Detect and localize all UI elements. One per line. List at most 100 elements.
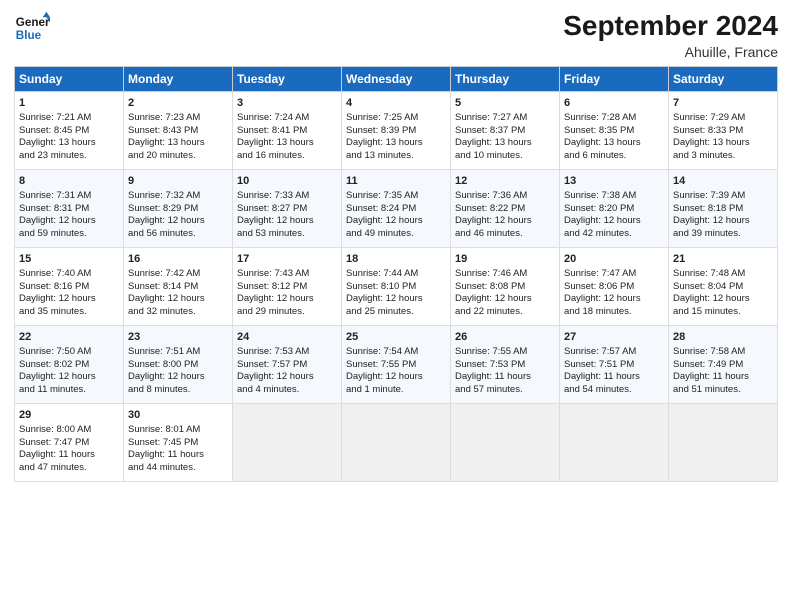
header: General Blue September 2024 Ahuille, Fra…: [14, 10, 778, 60]
calendar-cell: 12Sunrise: 7:36 AMSunset: 8:22 PMDayligh…: [451, 170, 560, 248]
calendar-cell: 4Sunrise: 7:25 AMSunset: 8:39 PMDaylight…: [342, 92, 451, 170]
day-number: 1: [19, 96, 119, 111]
day-info-line: and 42 minutes.: [564, 228, 664, 241]
day-info-line: Daylight: 12 hours: [346, 215, 446, 228]
day-info-line: Sunrise: 7:55 AM: [455, 346, 555, 359]
day-info-line: Daylight: 12 hours: [346, 293, 446, 306]
day-number: 27: [564, 330, 664, 345]
day-info-line: and 11 minutes.: [19, 384, 119, 397]
day-info-line: Sunrise: 7:29 AM: [673, 112, 773, 125]
day-info-line: and 3 minutes.: [673, 150, 773, 163]
day-info-line: Daylight: 12 hours: [455, 215, 555, 228]
day-info-line: and 51 minutes.: [673, 384, 773, 397]
calendar-cell: 3Sunrise: 7:24 AMSunset: 8:41 PMDaylight…: [233, 92, 342, 170]
weekday-header: Sunday: [15, 67, 124, 92]
day-info-line: and 59 minutes.: [19, 228, 119, 241]
day-info-line: Sunset: 8:12 PM: [237, 281, 337, 294]
day-info-line: Daylight: 12 hours: [564, 215, 664, 228]
day-number: 6: [564, 96, 664, 111]
calendar-cell: [560, 404, 669, 482]
day-info-line: Sunrise: 7:54 AM: [346, 346, 446, 359]
day-number: 13: [564, 174, 664, 189]
day-info-line: Daylight: 13 hours: [128, 137, 228, 150]
day-info-line: Daylight: 12 hours: [455, 293, 555, 306]
day-number: 16: [128, 252, 228, 267]
weekday-header: Wednesday: [342, 67, 451, 92]
calendar-cell: 22Sunrise: 7:50 AMSunset: 8:02 PMDayligh…: [15, 326, 124, 404]
day-info-line: Daylight: 11 hours: [564, 371, 664, 384]
weekday-header: Thursday: [451, 67, 560, 92]
day-info-line: and 49 minutes.: [346, 228, 446, 241]
logo: General Blue: [14, 10, 50, 46]
calendar-table: SundayMondayTuesdayWednesdayThursdayFrid…: [14, 66, 778, 482]
day-info-line: Sunset: 7:49 PM: [673, 359, 773, 372]
calendar-cell: 10Sunrise: 7:33 AMSunset: 8:27 PMDayligh…: [233, 170, 342, 248]
calendar-cell: 9Sunrise: 7:32 AMSunset: 8:29 PMDaylight…: [124, 170, 233, 248]
calendar-cell: 6Sunrise: 7:28 AMSunset: 8:35 PMDaylight…: [560, 92, 669, 170]
day-info-line: Daylight: 13 hours: [346, 137, 446, 150]
day-info-line: Daylight: 11 hours: [128, 449, 228, 462]
day-info-line: Sunrise: 7:46 AM: [455, 268, 555, 281]
calendar-cell: 29Sunrise: 8:00 AMSunset: 7:47 PMDayligh…: [15, 404, 124, 482]
day-info-line: Daylight: 12 hours: [128, 215, 228, 228]
day-info-line: Daylight: 11 hours: [455, 371, 555, 384]
day-info-line: Sunrise: 7:48 AM: [673, 268, 773, 281]
day-info-line: Daylight: 12 hours: [673, 293, 773, 306]
day-info-line: Sunrise: 7:27 AM: [455, 112, 555, 125]
calendar-cell: [233, 404, 342, 482]
day-number: 17: [237, 252, 337, 267]
page-container: General Blue September 2024 Ahuille, Fra…: [0, 0, 792, 492]
day-info-line: Sunset: 8:08 PM: [455, 281, 555, 294]
day-info-line: Sunset: 7:53 PM: [455, 359, 555, 372]
calendar-week-row: 15Sunrise: 7:40 AMSunset: 8:16 PMDayligh…: [15, 248, 778, 326]
day-info-line: Sunset: 7:51 PM: [564, 359, 664, 372]
day-number: 11: [346, 174, 446, 189]
day-info-line: and 39 minutes.: [673, 228, 773, 241]
day-info-line: Sunset: 8:02 PM: [19, 359, 119, 372]
day-info-line: Sunrise: 7:53 AM: [237, 346, 337, 359]
day-info-line: Daylight: 12 hours: [128, 371, 228, 384]
day-info-line: Sunrise: 7:40 AM: [19, 268, 119, 281]
day-info-line: and 22 minutes.: [455, 306, 555, 319]
calendar-cell: 23Sunrise: 7:51 AMSunset: 8:00 PMDayligh…: [124, 326, 233, 404]
day-info-line: Daylight: 12 hours: [564, 293, 664, 306]
day-info-line: Sunrise: 7:25 AM: [346, 112, 446, 125]
day-number: 30: [128, 408, 228, 423]
day-info-line: Sunrise: 7:39 AM: [673, 190, 773, 203]
day-number: 9: [128, 174, 228, 189]
day-info-line: Sunset: 8:22 PM: [455, 203, 555, 216]
day-number: 18: [346, 252, 446, 267]
calendar-cell: 13Sunrise: 7:38 AMSunset: 8:20 PMDayligh…: [560, 170, 669, 248]
day-number: 21: [673, 252, 773, 267]
day-info-line: Sunrise: 7:57 AM: [564, 346, 664, 359]
calendar-cell: 2Sunrise: 7:23 AMSunset: 8:43 PMDaylight…: [124, 92, 233, 170]
day-info-line: and 47 minutes.: [19, 462, 119, 475]
month-title: September 2024: [563, 10, 778, 42]
day-info-line: Sunrise: 7:32 AM: [128, 190, 228, 203]
day-info-line: Sunrise: 7:24 AM: [237, 112, 337, 125]
day-info-line: Daylight: 11 hours: [19, 449, 119, 462]
day-info-line: Sunrise: 7:23 AM: [128, 112, 228, 125]
day-info-line: Sunrise: 8:00 AM: [19, 424, 119, 437]
day-info-line: Daylight: 12 hours: [19, 371, 119, 384]
day-info-line: and 53 minutes.: [237, 228, 337, 241]
day-number: 4: [346, 96, 446, 111]
calendar-cell: [342, 404, 451, 482]
weekday-header: Friday: [560, 67, 669, 92]
calendar-cell: 20Sunrise: 7:47 AMSunset: 8:06 PMDayligh…: [560, 248, 669, 326]
day-number: 14: [673, 174, 773, 189]
day-info-line: Sunset: 8:14 PM: [128, 281, 228, 294]
day-info-line: and 1 minute.: [346, 384, 446, 397]
day-info-line: Daylight: 13 hours: [564, 137, 664, 150]
day-info-line: Sunrise: 7:36 AM: [455, 190, 555, 203]
calendar-cell: [451, 404, 560, 482]
calendar-cell: 1Sunrise: 7:21 AMSunset: 8:45 PMDaylight…: [15, 92, 124, 170]
day-info-line: Sunrise: 7:31 AM: [19, 190, 119, 203]
day-info-line: Sunrise: 7:44 AM: [346, 268, 446, 281]
day-info-line: and 46 minutes.: [455, 228, 555, 241]
day-info-line: and 32 minutes.: [128, 306, 228, 319]
day-info-line: Sunset: 8:37 PM: [455, 125, 555, 138]
day-info-line: and 4 minutes.: [237, 384, 337, 397]
day-info-line: and 13 minutes.: [346, 150, 446, 163]
calendar-cell: 8Sunrise: 7:31 AMSunset: 8:31 PMDaylight…: [15, 170, 124, 248]
